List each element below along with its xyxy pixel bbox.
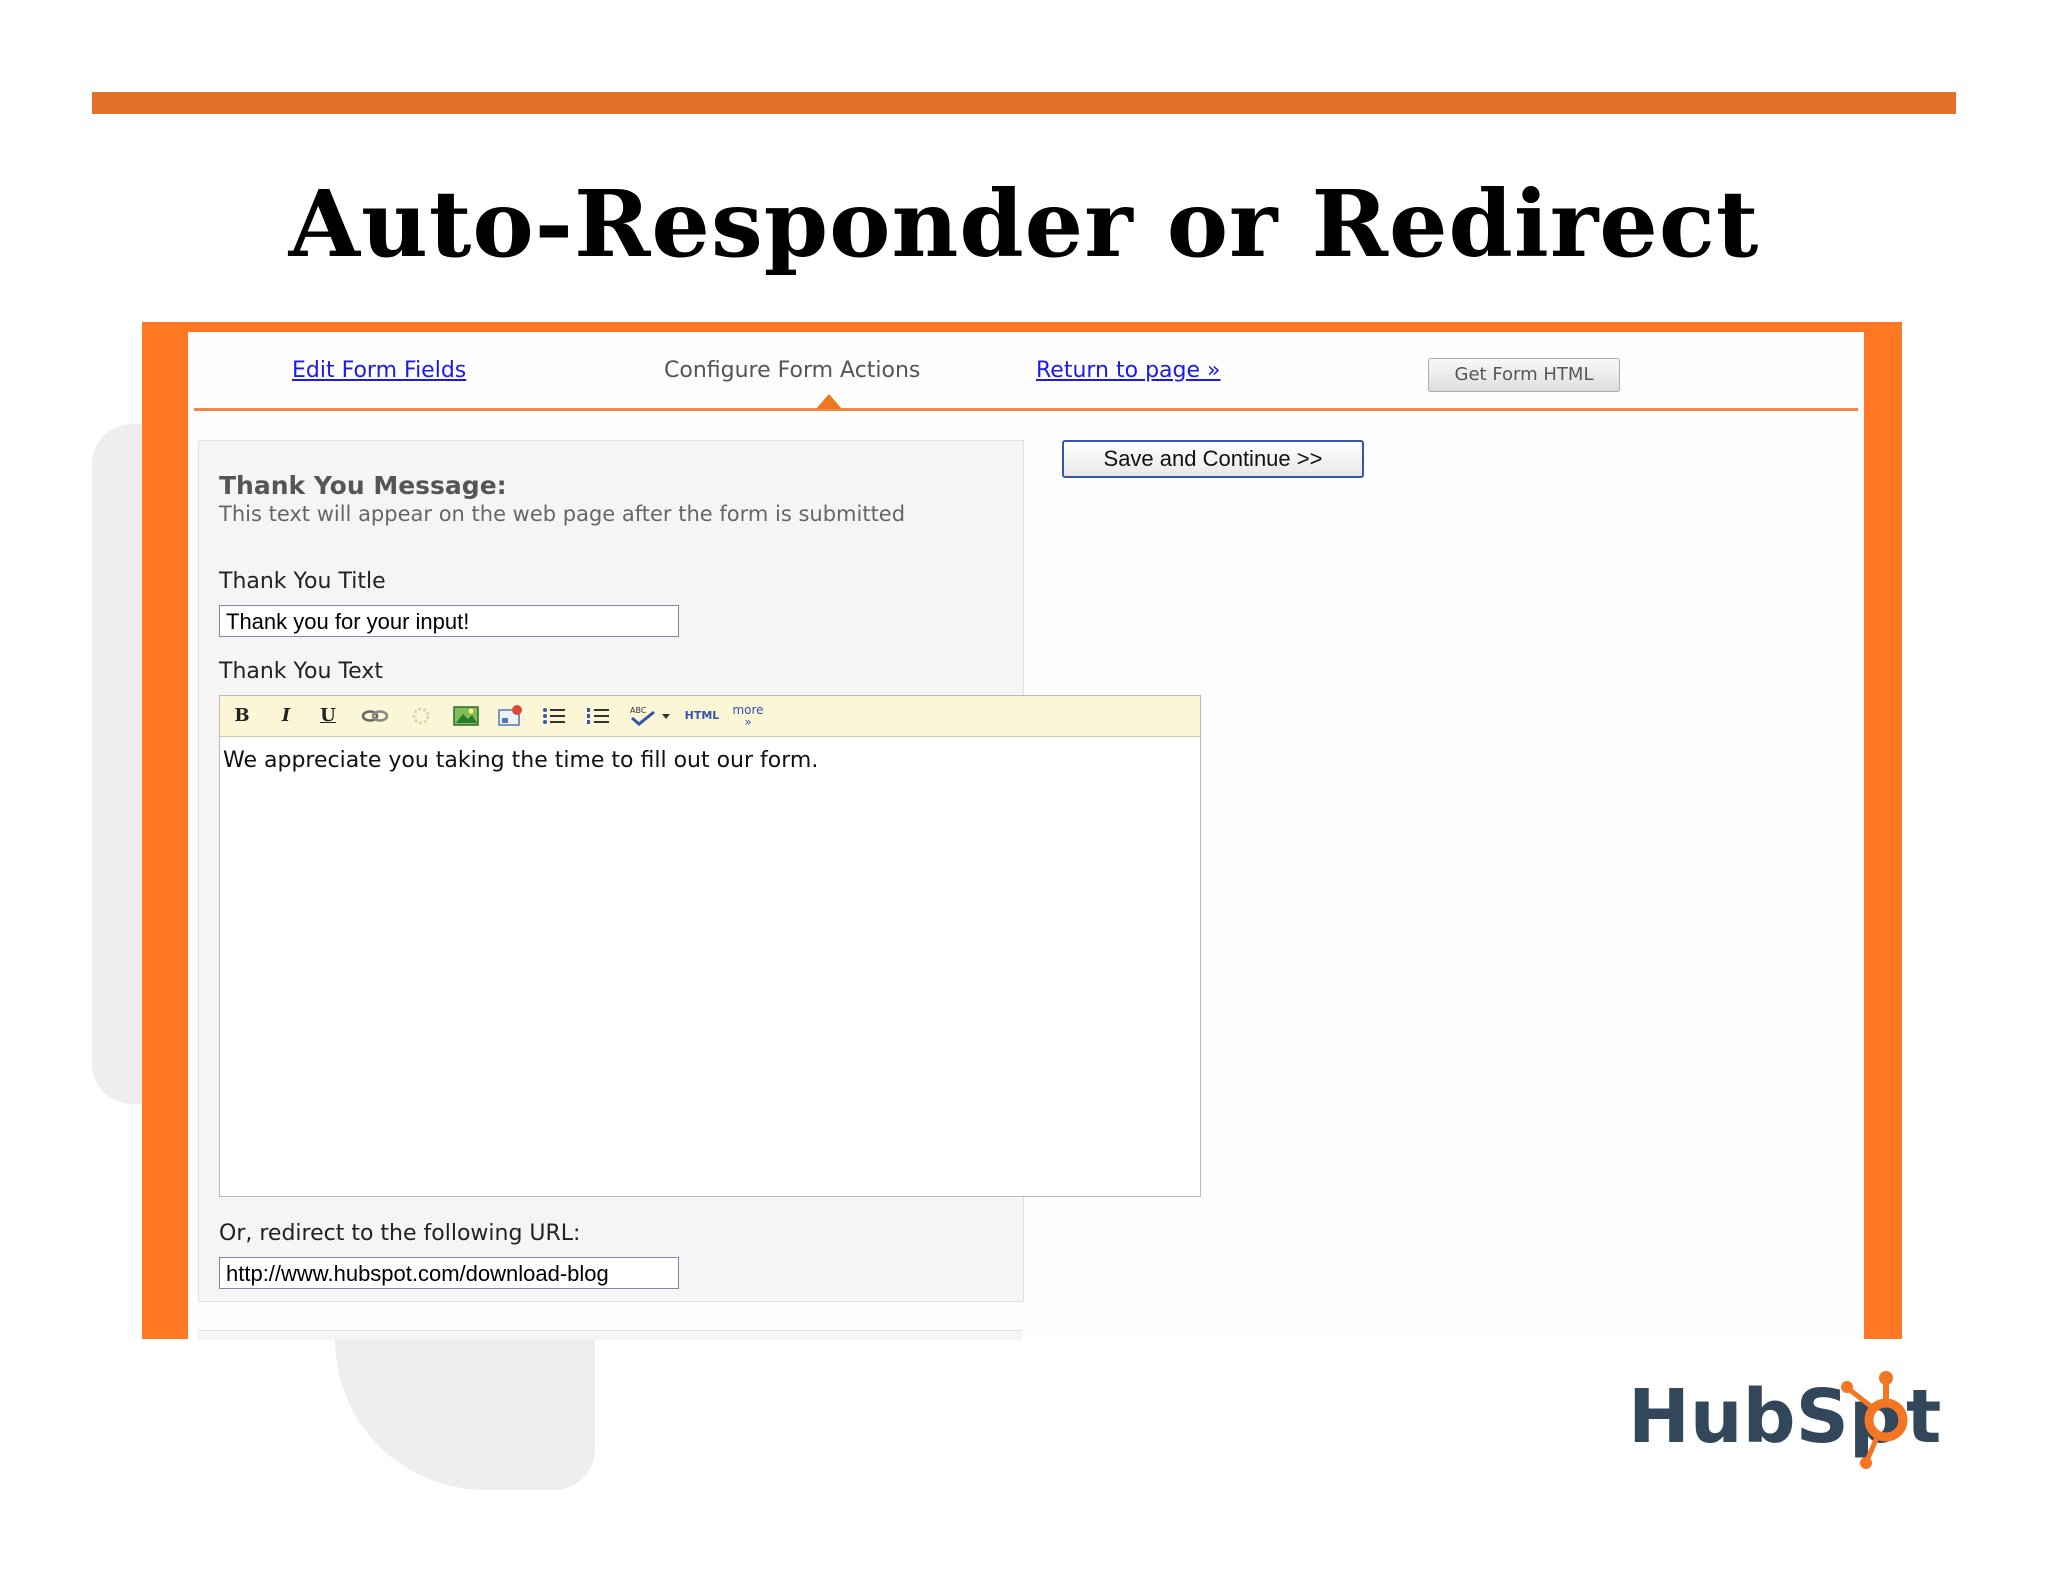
insert-image-icon[interactable] bbox=[452, 704, 480, 728]
unlink-icon[interactable] bbox=[408, 704, 434, 728]
numbered-list-icon[interactable] bbox=[584, 704, 612, 728]
watermark-shape-bottom bbox=[335, 1340, 595, 1490]
active-tab-indicator-icon bbox=[816, 394, 842, 409]
thank-you-title-input[interactable]: Thank you for your input! bbox=[219, 605, 679, 637]
hubspot-logo: HubSp t bbox=[1628, 1360, 1948, 1480]
svg-text:HubSp: HubSp bbox=[1628, 1374, 1902, 1460]
tab-underline bbox=[194, 408, 1858, 411]
svg-text:t: t bbox=[1906, 1374, 1941, 1460]
html-source-button[interactable]: HTML bbox=[684, 704, 720, 728]
editor-toolbar: B I U ABC HTML more » bbox=[220, 696, 1200, 737]
thank-you-heading: Thank You Message: bbox=[219, 471, 507, 500]
spellcheck-dropdown-icon[interactable]: ABC bbox=[628, 704, 672, 728]
bold-button[interactable]: B bbox=[232, 704, 252, 728]
bulleted-list-icon[interactable] bbox=[540, 704, 568, 728]
rich-text-editor: B I U ABC HTML more » We appreciate you … bbox=[219, 695, 1201, 1197]
redirect-url-input[interactable]: http://www.hubspot.com/download-blog bbox=[219, 1257, 679, 1289]
thank-you-text-label: Thank You Text bbox=[219, 659, 383, 684]
get-form-html-button[interactable]: Get Form HTML bbox=[1428, 358, 1620, 392]
thank-you-text-area[interactable]: We appreciate you taking the time to fil… bbox=[223, 748, 818, 773]
tab-configure-form-actions[interactable]: Configure Form Actions bbox=[664, 358, 920, 383]
redirect-url-label: Or, redirect to the following URL: bbox=[219, 1221, 581, 1246]
more-options-button[interactable]: more » bbox=[728, 704, 768, 728]
top-rule bbox=[92, 92, 1956, 114]
tab-edit-form-fields[interactable]: Edit Form Fields bbox=[292, 358, 466, 383]
italic-button[interactable]: I bbox=[276, 704, 296, 728]
insert-media-icon[interactable] bbox=[496, 704, 524, 728]
thank-you-description: This text will appear on the web page af… bbox=[219, 502, 906, 526]
insert-link-icon[interactable] bbox=[360, 704, 390, 728]
screenshot-frame: Edit Form Fields Configure Form Actions … bbox=[142, 322, 1902, 1340]
thank-you-panel: Thank You Message: This text will appear… bbox=[198, 440, 1201, 1302]
save-and-continue-button[interactable]: Save and Continue >> bbox=[1062, 440, 1364, 478]
form-tabbar: Edit Form Fields Configure Form Actions … bbox=[188, 332, 1864, 411]
return-to-page-link[interactable]: Return to page » bbox=[1036, 358, 1220, 383]
underline-button[interactable]: U bbox=[318, 704, 338, 728]
slide-title: Auto-Responder or Redirect bbox=[288, 170, 1760, 278]
svg-text:ABC: ABC bbox=[630, 706, 647, 715]
app-window: Edit Form Fields Configure Form Actions … bbox=[188, 332, 1864, 1340]
panel-bottom-strip bbox=[198, 1330, 1022, 1340]
thank-you-title-label: Thank You Title bbox=[219, 569, 386, 594]
